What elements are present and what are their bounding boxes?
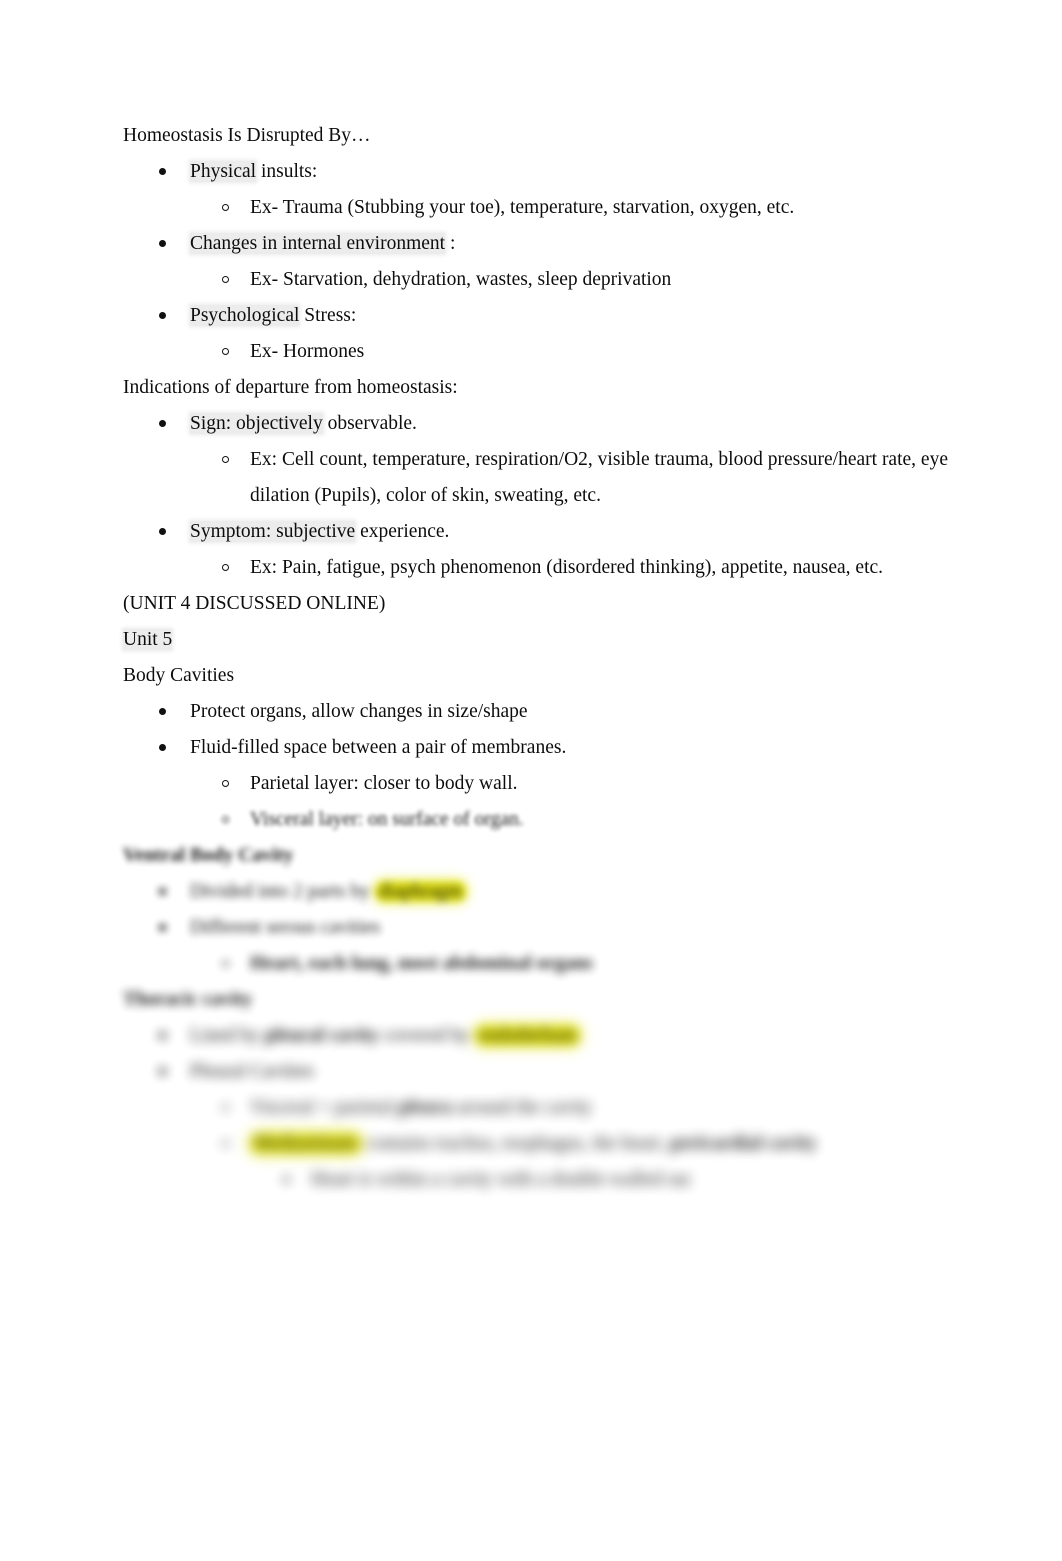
list-item-label: Changes in internal environment <box>190 233 446 254</box>
list-item-label: Psychological <box>190 305 300 326</box>
blurred-text: Divided into 2 parts by <box>190 881 375 902</box>
highlighted-term: endothelium <box>474 1025 581 1046</box>
blurred-list-item: Heart is within a cavity with a double-w… <box>123 1162 953 1198</box>
bullet-filled-icon <box>159 240 166 247</box>
blurred-text: Lined by <box>190 1025 265 1046</box>
blurred-list-item: Visceral layer: on surface of organ. <box>123 802 953 838</box>
list-item: Fluid-filled space between a pair of mem… <box>123 730 953 766</box>
bullet-hollow-icon <box>222 780 229 787</box>
list-item-label: Symptom: subjective <box>190 521 356 542</box>
bullet-hollow-icon <box>222 276 229 283</box>
list-item: Sign: objectively observable. <box>123 406 953 442</box>
bullet-hollow-icon <box>222 348 229 355</box>
bullet-hollow-icon <box>222 960 229 967</box>
list-item: Protect organs, allow changes in size/sh… <box>123 694 953 730</box>
bullet-filled-icon <box>159 312 166 319</box>
list-item: Psychological Stress: <box>123 298 953 334</box>
bullet-filled-icon <box>159 744 166 751</box>
list-item-label-tail: insults: <box>256 161 318 182</box>
unit-note: (UNIT 4 DISCUSSED ONLINE) <box>123 593 386 614</box>
bullet-hollow-icon <box>222 816 229 823</box>
list-item: Ex- Starvation, dehydration, wastes, sle… <box>123 262 953 298</box>
list-item: Parietal layer: closer to body wall. <box>123 766 953 802</box>
section-heading-body-cavities: Body Cavities <box>123 665 235 686</box>
blurred-list-item: Lined by pleural cavity covered by endot… <box>123 1018 953 1054</box>
blurred-text: Ventral Body Cavity <box>123 845 294 866</box>
bullet-hollow-icon <box>222 204 229 211</box>
list-item-label-tail: : <box>445 233 456 254</box>
document-body: Homeostasis Is Disrupted By… Physical in… <box>123 118 953 1198</box>
blurred-list-item: Pleural Cavities <box>123 1054 953 1090</box>
blurred-content-region: Visceral layer: on surface of organ. Vent… <box>123 802 953 1198</box>
blurred-text: pleura <box>397 1097 453 1118</box>
document-page: Homeostasis Is Disrupted By… Physical in… <box>0 0 1062 1561</box>
bullet-filled-icon <box>159 1068 166 1075</box>
list-item-label: Ex- Starvation, dehydration, wastes, sle… <box>250 269 672 290</box>
bullet-hollow-icon <box>222 1104 229 1111</box>
bullet-filled-icon <box>159 168 166 175</box>
blurred-list-item: Different serous cavities <box>123 910 953 946</box>
bullet-filled-icon <box>159 924 166 931</box>
list-item-label: Ex- Trauma (Stubbing your toe), temperat… <box>250 197 795 218</box>
list-item: Symptom: subjective experience. <box>123 514 953 550</box>
list-item: Changes in internal environment : <box>123 226 953 262</box>
highlighted-term: diaphragm <box>374 881 467 902</box>
bullet-filled-icon <box>159 888 166 895</box>
list-item: Ex- Trauma (Stubbing your toe), temperat… <box>123 190 953 226</box>
bullet-hollow-icon <box>222 456 229 463</box>
section-heading-homeostasis-disrupted: Homeostasis Is Disrupted By… <box>123 125 371 146</box>
blurred-text: pericardial cavity <box>670 1133 817 1154</box>
list-item-label: Ex- Hormones <box>250 341 365 362</box>
bullet-hollow-icon <box>222 564 229 571</box>
blurred-list-item: Mediastinum contains trachea, esophagus,… <box>123 1126 953 1162</box>
blurred-text: Visceral layer: on surface of organ. <box>250 809 524 830</box>
list-item: Ex: Cell count, temperature, respiration… <box>123 442 953 514</box>
unit-label: Unit 5 <box>123 629 173 650</box>
bullet-square-icon <box>284 1177 289 1182</box>
blurred-list-item: Visceral + parietal pleura around the ca… <box>123 1090 953 1126</box>
blurred-text: around the cavity <box>452 1097 593 1118</box>
list-item-label: Sign: objectively <box>190 413 323 434</box>
blurred-list-item: Divided into 2 parts by diaphragm <box>123 874 953 910</box>
list-item-label: Fluid-filled space between a pair of mem… <box>190 737 567 758</box>
blurred-text: Pleural Cavities <box>190 1061 315 1082</box>
list-item: Ex: Pain, fatigue, psych phenomenon (dis… <box>123 550 953 586</box>
bullet-filled-icon <box>159 1032 166 1039</box>
bullet-filled-icon <box>159 528 166 535</box>
blurred-heading: Thoracic cavity <box>123 982 953 1018</box>
list-item-label: Parietal layer: closer to body wall. <box>250 773 518 794</box>
blurred-text: Different serous cavities <box>190 917 381 938</box>
list-item-label: Protect organs, allow changes in size/sh… <box>190 701 528 722</box>
list-item: Ex- Hormones <box>123 334 953 370</box>
blurred-heading: Ventral Body Cavity <box>123 838 953 874</box>
list-item-label-tail: Stress: <box>299 305 357 326</box>
blurred-text: contains trachea, esophagus, the heart, <box>360 1133 671 1154</box>
list-item-label: Ex: Cell count, temperature, respiration… <box>250 449 948 506</box>
section-heading-indications: Indications of departure from homeostasi… <box>123 377 458 398</box>
list-item-label: Ex: Pain, fatigue, psych phenomenon (dis… <box>250 557 884 578</box>
bullet-hollow-icon <box>222 1140 229 1147</box>
blurred-text: Heart, each lung, most abdominal organs <box>250 953 593 974</box>
blurred-text: Thoracic cavity <box>123 989 253 1010</box>
bullet-filled-icon <box>159 420 166 427</box>
blurred-text: covered by <box>379 1025 475 1046</box>
blurred-list-item: Heart, each lung, most abdominal organs <box>123 946 953 982</box>
list-item-label: Physical <box>190 161 257 182</box>
highlighted-term: Mediastinum <box>250 1133 361 1154</box>
blurred-text: Visceral + parietal <box>250 1097 398 1118</box>
list-item: Physical insults: <box>123 154 953 190</box>
unit-label-line: Unit 5 <box>123 622 953 658</box>
blurred-text: Heart is within a cavity with a double-w… <box>311 1169 693 1190</box>
list-item-label-tail: experience. <box>355 521 450 542</box>
list-item-label-tail: observable. <box>322 413 417 434</box>
blurred-text: pleural cavity <box>264 1025 380 1046</box>
bullet-filled-icon <box>159 708 166 715</box>
